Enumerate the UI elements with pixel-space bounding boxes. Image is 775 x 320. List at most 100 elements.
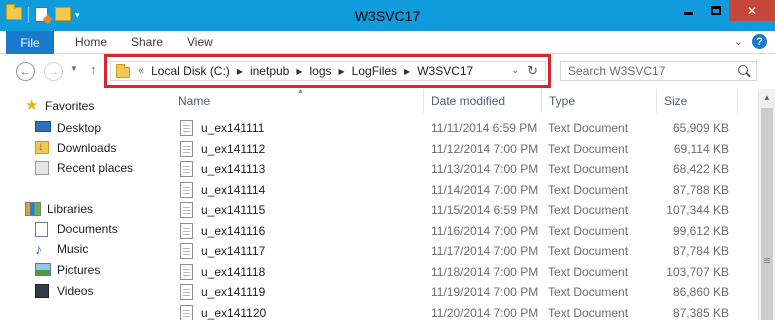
file-size: 86,860 KB bbox=[672, 285, 729, 299]
search-icon[interactable] bbox=[738, 65, 748, 75]
recent-locations-icon[interactable]: ▼ bbox=[70, 64, 78, 73]
file-size: 87,788 KB bbox=[672, 182, 729, 197]
up-arrow-icon[interactable]: ↑ bbox=[90, 62, 97, 77]
back-arrow-icon: ← bbox=[20, 65, 31, 78]
table-row[interactable]: u_ex141117 11/17/2014 7:00 PM Text Docum… bbox=[160, 241, 758, 262]
back-button[interactable]: ← bbox=[16, 62, 35, 81]
table-row[interactable]: u_ex141120 11/20/2014 7:00 PM Text Docum… bbox=[160, 303, 758, 320]
videos-icon bbox=[35, 284, 51, 298]
table-row[interactable]: u_ex141116 11/16/2014 7:00 PM Text Docum… bbox=[160, 221, 758, 242]
nav-favorites[interactable]: ★ Favorites bbox=[25, 98, 94, 113]
file-name: u_ex141119 bbox=[201, 285, 266, 299]
file-name: u_ex141115 bbox=[201, 203, 266, 217]
maximize-button[interactable] bbox=[702, 0, 729, 21]
navigation-pane: ★ Favorites Desktop Downloads Recent pla… bbox=[0, 89, 160, 320]
file-date: 11/18/2014 7:00 PM bbox=[431, 264, 539, 279]
window-title: W3SVC17 bbox=[354, 8, 421, 24]
nav-item-label: Documents bbox=[57, 222, 118, 236]
file-name: u_ex141113 bbox=[201, 162, 266, 176]
file-date: 11/13/2014 7:00 PM bbox=[431, 162, 539, 176]
nav-item-recent-places[interactable]: Recent places bbox=[35, 161, 133, 175]
refresh-icon[interactable]: ↻ bbox=[527, 63, 538, 79]
table-row[interactable]: u_ex141115 11/15/2014 6:59 PM Text Docum… bbox=[160, 200, 758, 221]
text-document-icon bbox=[180, 243, 193, 259]
nav-item-videos[interactable]: Videos bbox=[35, 284, 93, 298]
pictures-icon bbox=[35, 263, 51, 277]
table-row[interactable]: u_ex141113 11/13/2014 7:00 PM Text Docum… bbox=[160, 159, 758, 180]
column-header-type[interactable]: Type bbox=[549, 94, 575, 108]
nav-item-downloads[interactable]: Downloads bbox=[35, 139, 116, 155]
table-row[interactable]: u_ex141112 11/12/2014 7:00 PM Text Docum… bbox=[160, 139, 758, 160]
column-header-date-modified[interactable]: Date modified bbox=[431, 94, 505, 108]
column-header-size[interactable]: Size bbox=[664, 94, 687, 108]
breadcrumb-logfiles[interactable]: LogFiles ▶ bbox=[345, 64, 411, 78]
title-bar: ▾ W3SVC17 ✕ bbox=[0, 0, 775, 31]
column-divider[interactable] bbox=[656, 89, 657, 113]
table-row[interactable]: u_ex141114 11/14/2014 7:00 PM Text Docum… bbox=[160, 180, 758, 201]
nav-item-documents[interactable]: Documents bbox=[35, 222, 118, 237]
sort-ascending-icon: ▲ bbox=[297, 88, 304, 95]
address-bar[interactable]: « Local Disk (C:) ▶ inetpub ▶ logs ▶ LogFil… bbox=[110, 61, 546, 81]
close-button[interactable]: ✕ bbox=[729, 0, 775, 21]
column-divider[interactable] bbox=[737, 89, 738, 113]
breadcrumb-logs[interactable]: logs ▶ bbox=[303, 64, 345, 78]
scroll-up-icon[interactable]: ▲ bbox=[759, 89, 775, 106]
scrollbar-thumb[interactable] bbox=[761, 108, 773, 320]
close-icon: ✕ bbox=[746, 3, 758, 18]
table-row[interactable]: u_ex141119 11/19/2014 7:00 PM Text Docum… bbox=[160, 282, 758, 303]
file-date: 11/15/2014 6:59 PM bbox=[431, 203, 539, 217]
file-size: 107,344 KB bbox=[666, 203, 729, 217]
column-divider[interactable] bbox=[423, 89, 424, 113]
file-type: Text Document bbox=[548, 182, 629, 197]
text-document-icon bbox=[180, 202, 193, 218]
forward-button[interactable]: → bbox=[44, 62, 63, 81]
file-type: Text Document bbox=[548, 203, 629, 217]
file-size: 99,612 KB bbox=[672, 223, 729, 238]
file-size: 65,909 KB bbox=[672, 121, 729, 135]
text-document-icon bbox=[180, 161, 193, 177]
help-icon[interactable]: ? bbox=[752, 34, 767, 49]
nav-libraries[interactable]: Libraries bbox=[25, 202, 93, 216]
minimize-button[interactable] bbox=[675, 0, 702, 21]
text-document-icon bbox=[180, 140, 193, 157]
file-date: 11/12/2014 7:00 PM bbox=[431, 141, 539, 156]
file-size: 87,784 KB bbox=[672, 244, 729, 258]
file-size: 68,422 KB bbox=[672, 162, 729, 176]
nav-item-pictures[interactable]: Pictures bbox=[35, 263, 100, 277]
file-name: u_ex141117 bbox=[201, 244, 266, 258]
tab-file[interactable]: File bbox=[6, 31, 54, 54]
tab-share[interactable]: Share bbox=[131, 35, 163, 49]
breadcrumb-w3svc17[interactable]: W3SVC17 bbox=[410, 64, 480, 78]
column-header-name[interactable]: Name bbox=[178, 94, 210, 108]
desktop-icon bbox=[35, 121, 51, 135]
search-box bbox=[560, 61, 757, 81]
file-size: 103,707 KB bbox=[666, 264, 729, 279]
file-name: u_ex141112 bbox=[201, 141, 266, 156]
file-name: u_ex141111 bbox=[201, 121, 265, 135]
text-document-icon bbox=[180, 263, 193, 280]
vertical-scrollbar[interactable]: ▲ bbox=[758, 89, 775, 320]
expand-ribbon-icon[interactable]: ⌄ bbox=[734, 35, 743, 48]
file-name: u_ex141118 bbox=[201, 264, 266, 279]
table-row[interactable]: u_ex141118 11/18/2014 7:00 PM Text Docum… bbox=[160, 262, 758, 283]
search-input[interactable] bbox=[561, 62, 731, 80]
column-divider[interactable] bbox=[541, 89, 542, 113]
file-name: u_ex141116 bbox=[201, 223, 266, 238]
text-document-icon bbox=[180, 181, 193, 198]
tab-home[interactable]: Home bbox=[75, 35, 107, 49]
file-name: u_ex141120 bbox=[201, 305, 267, 320]
file-type: Text Document bbox=[548, 162, 629, 176]
text-document-icon bbox=[180, 284, 193, 300]
address-history-dropdown-icon[interactable]: ⌄ bbox=[511, 65, 519, 76]
file-type: Text Document bbox=[548, 121, 629, 135]
file-type: Text Document bbox=[548, 305, 629, 320]
column-headers: ▲ Name Date modified Type Size bbox=[160, 88, 758, 113]
breadcrumb-local-disk[interactable]: Local Disk (C:) ▶ bbox=[144, 64, 243, 78]
nav-item-music[interactable]: ♪ Music bbox=[35, 242, 88, 256]
file-name: u_ex141114 bbox=[201, 182, 266, 197]
file-date: 11/16/2014 7:00 PM bbox=[431, 223, 539, 238]
table-row[interactable]: u_ex141111 11/11/2014 6:59 PM Text Docum… bbox=[160, 118, 758, 139]
breadcrumb-inetpub[interactable]: inetpub ▶ bbox=[243, 64, 303, 78]
tab-view[interactable]: View bbox=[187, 35, 213, 49]
nav-item-desktop[interactable]: Desktop bbox=[35, 121, 101, 135]
